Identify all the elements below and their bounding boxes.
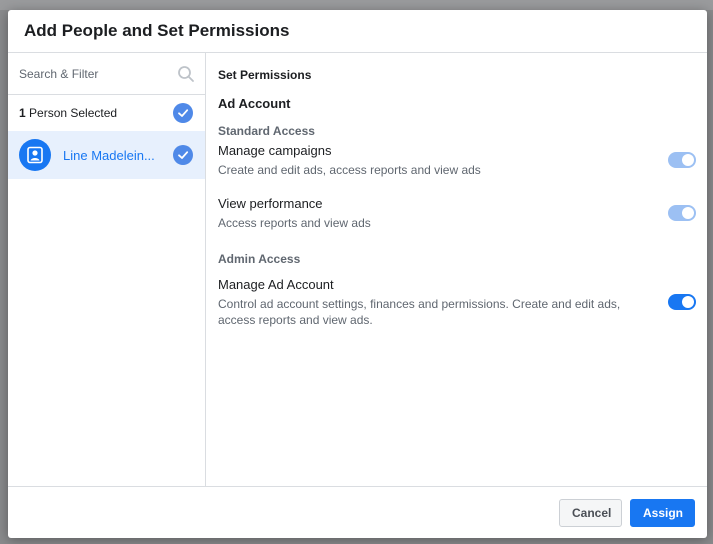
search-icon[interactable] (177, 65, 195, 83)
permission-description: Control ad account settings, finances an… (218, 297, 621, 327)
permissions-heading: Set Permissions (218, 68, 312, 82)
view-performance-toggle[interactable] (668, 205, 696, 221)
people-pane: 1 Person Selected Line Madelein... (8, 53, 206, 486)
permission-name: Manage Ad Account (218, 277, 334, 292)
permissions-pane: Set Permissions Ad Account Standard Acce… (206, 53, 707, 486)
permissions-dialog: Add People and Set Permissions 1 Person … (8, 10, 707, 538)
dialog-footer: Cancel Assign (8, 486, 707, 538)
cancel-button[interactable]: Cancel (559, 498, 622, 527)
standard-access-heading: Standard Access (218, 124, 315, 138)
check-icon (178, 151, 189, 159)
selection-summary: 1 Person Selected (8, 95, 205, 131)
dialog-body: 1 Person Selected Line Madelein... (8, 53, 707, 486)
person-check-icon[interactable] (173, 145, 193, 165)
selection-label: Person Selected (25, 106, 118, 120)
person-badge-icon (27, 146, 43, 164)
person-avatar-icon (19, 139, 51, 171)
selection-count: 1 (19, 106, 26, 120)
search-bar (8, 53, 205, 95)
permission-text: View performance Access reports and view… (218, 195, 638, 231)
permission-view-performance: View performance Access reports and view… (218, 195, 696, 231)
permission-description: Access reports and view ads (218, 216, 371, 230)
selection-count-text: 1 Person Selected (19, 106, 117, 120)
manage-ad-account-toggle[interactable] (668, 294, 696, 310)
permission-text: Manage campaigns Create and edit ads, ac… (218, 142, 638, 178)
search-input[interactable] (19, 66, 159, 81)
permission-description: Create and edit ads, access reports and … (218, 163, 481, 177)
toggle-knob (682, 296, 694, 308)
ad-account-heading: Ad Account (218, 96, 291, 111)
select-all-check-icon[interactable] (173, 103, 193, 123)
permission-text: Manage Ad Account Control ad account set… (218, 276, 638, 328)
check-icon (178, 109, 189, 117)
admin-access-heading: Admin Access (218, 252, 301, 266)
page-backdrop (0, 0, 713, 10)
permission-name: View performance (218, 196, 323, 211)
permission-name: Manage campaigns (218, 143, 332, 158)
assign-button[interactable]: Assign (630, 498, 695, 527)
dialog-header: Add People and Set Permissions (8, 10, 707, 53)
person-list-item[interactable]: Line Madelein... (8, 131, 205, 179)
manage-campaigns-toggle[interactable] (668, 152, 696, 168)
toggle-knob (682, 207, 694, 219)
toggle-knob (682, 154, 694, 166)
person-name: Line Madelein... (63, 147, 155, 163)
dialog-title: Add People and Set Permissions (24, 21, 290, 40)
permission-manage-ad-account: Manage Ad Account Control ad account set… (218, 276, 696, 328)
permission-manage-campaigns: Manage campaigns Create and edit ads, ac… (218, 142, 696, 178)
